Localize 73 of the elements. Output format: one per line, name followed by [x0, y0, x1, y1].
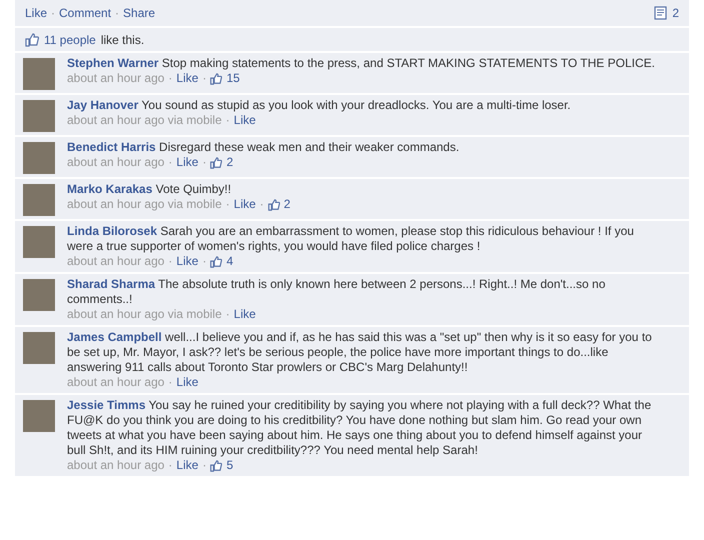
thumbs-up-icon [25, 33, 39, 47]
author-link[interactable]: Benedict Harris [67, 140, 156, 154]
thumbs-up-icon [210, 72, 222, 84]
thumbs-up-icon [210, 256, 222, 268]
comment-time: about an hour ago via mobile [67, 307, 222, 322]
likes-text: like this. [100, 33, 144, 47]
comment-count[interactable]: 2 [672, 6, 679, 20]
like-link[interactable]: Like [176, 71, 198, 86]
like-link[interactable]: Like [176, 254, 198, 269]
separator-dot: · [202, 155, 206, 170]
separator-dot: · [51, 6, 56, 20]
like-count[interactable]: 2 [284, 197, 290, 212]
separator-dot: · [260, 197, 264, 212]
separator-dot: · [168, 375, 172, 390]
thumbs-up-icon [210, 460, 222, 472]
separator-dot: · [202, 458, 206, 473]
action-link[interactable]: Comment [59, 6, 112, 20]
avatar-photo-placeholder [23, 332, 55, 364]
like-count[interactable]: 15 [226, 71, 240, 86]
separator-dot: · [168, 458, 172, 473]
action-link[interactable]: Like [25, 6, 48, 20]
like-link[interactable]: Like [176, 458, 198, 473]
separator-dot: · [226, 307, 230, 322]
comment-text: Marko Karakas Vote Quimby!! [67, 182, 232, 197]
separator-dot: · [226, 197, 230, 212]
separator-dot: · [168, 155, 172, 170]
avatar-photo-placeholder [23, 184, 55, 216]
comment-text: Sharad Sharma The absolute truth is only known here between 2 persons...! Right..! Me don't...so no comments..! [67, 277, 606, 307]
like-count[interactable]: 4 [226, 254, 234, 269]
thumbs-up-icon [268, 198, 280, 210]
comment-text: Linda Bilorosek Sarah you are an embarrassment to women, please stop this ridiculous behaviour ! If you were a true supporter of women's rights, you would have filed police charges ! [67, 224, 635, 254]
separator-dot: · [226, 113, 230, 128]
author-link[interactable]: Stephen Warner [67, 56, 159, 70]
separator-dot: · [168, 254, 172, 269]
comment-text: Stephen Warner Stop making statements to the press, and START MAKING STATEMENTS TO THE POLICE. [67, 56, 656, 71]
avatar-photo-placeholder [23, 100, 55, 132]
author-link[interactable]: Linda Bilorosek [67, 224, 158, 238]
like-count[interactable]: 2 [226, 155, 234, 170]
comment-text: Benedict Harris Disregard these weak men and their weaker commands. [67, 140, 460, 155]
like-count[interactable]: 5 [226, 458, 234, 473]
separator-dot: · [168, 71, 172, 86]
comment-time: about an hour ago [67, 71, 164, 86]
separator-dot: · [115, 6, 120, 20]
separator-dot: · [202, 254, 206, 269]
likers-link[interactable]: 11 people [44, 33, 96, 47]
comment-time: about an hour ago via mobile [67, 113, 222, 128]
like-link[interactable]: Like [234, 197, 256, 212]
avatar-photo-placeholder [23, 400, 55, 432]
like-link[interactable]: Like [234, 113, 256, 128]
action-link[interactable]: Share [123, 6, 156, 20]
comment-time: about an hour ago [67, 458, 164, 473]
comment-time: about an hour ago [67, 254, 164, 269]
avatar-photo-placeholder [23, 58, 55, 90]
thumbs-up-icon [210, 156, 222, 168]
author-link[interactable]: Marko Karakas [67, 182, 152, 196]
comment-text: Jay Hanover You sound as stupid as you look with your dreadlocks. You are a multi-time loser. [67, 98, 572, 113]
avatar-photo-placeholder [23, 142, 55, 174]
author-link[interactable]: Jessie Timms [67, 398, 146, 412]
comment-text: Jessie Timms You say he ruined your creditibility by saying you where not playing with a full deck?? What the FU@K do you think you are doing to his creditbility? You have done nothing but slam him. Go read your own tweets at what you have been saying about him. He says one thing about you to defend himself against your bull Sh!t, and its HIM ruining your creditbility??? You need mental help Sarah! [67, 398, 652, 458]
comment-time: about an hour ago via mobile [67, 197, 222, 212]
comment-time: about an hour ago [67, 155, 164, 170]
like-link[interactable]: Like [234, 307, 256, 322]
like-link[interactable]: Like [176, 155, 198, 170]
comment-icon [654, 6, 668, 20]
like-link[interactable]: Like [176, 375, 198, 390]
author-link[interactable]: James Campbell [67, 330, 162, 344]
avatar-photo-placeholder [23, 279, 55, 311]
author-link[interactable]: Jay Hanover [67, 98, 138, 112]
author-link[interactable]: Sharad Sharma [67, 277, 156, 291]
avatar-photo-placeholder [23, 226, 55, 258]
comment-time: about an hour ago [67, 375, 164, 390]
separator-dot: · [202, 71, 206, 86]
comment-text: James Campbell well...I believe you and if, as he has said this was a "set up" then why is it so easy for you to be set up, Mr. Mayor, I ask?? let's be serious people, the police have more important things to do...like answering 911 calls about Toronto Star prowlers or CBC's Marg Delahunty!! [67, 330, 653, 375]
